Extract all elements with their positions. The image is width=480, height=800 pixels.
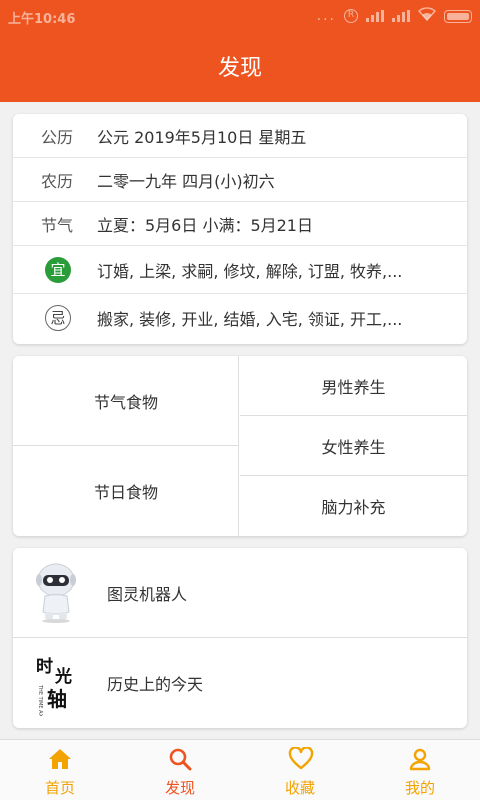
tools-card: 图灵机器人 时 光 轴 THE TIME AXIS 历史上的今天: [13, 548, 467, 728]
status-time: 上午10:46: [8, 12, 76, 27]
battery-icon: [444, 9, 472, 23]
calendar-value: 立夏：5月6日 小满：5月21日: [97, 215, 313, 235]
user-icon: [409, 748, 431, 771]
signal-icon: [366, 10, 384, 22]
food-health-card: 节气食物 节日食物 男性养生 女性养生 脑力补充: [13, 356, 467, 536]
notification-dots-icon: ...: [316, 8, 336, 24]
nav-label: 发现: [164, 779, 195, 797]
food-left-column: 节气食物 节日食物: [13, 356, 239, 536]
female-health-button[interactable]: 女性养生: [240, 416, 467, 476]
calendar-value: 公元 2019年5月10日 星期五: [97, 127, 307, 147]
history-today-item[interactable]: 时 光 轴 THE TIME AXIS 历史上的今天: [13, 638, 467, 728]
status-bar: 上午10:46 ... R: [0, 0, 480, 32]
calendar-key: 农历: [41, 171, 74, 191]
yi-value: 订婚, 上梁, 求嗣, 修坟, 解除, 订盟, 牧养,...: [97, 261, 403, 281]
cover-title-3: 轴: [47, 687, 67, 711]
signal-icon-2: [392, 10, 410, 22]
brain-supplement-button[interactable]: 脑力补充: [240, 476, 467, 536]
festival-food-button[interactable]: 节日食物: [13, 446, 239, 536]
nav-favorites[interactable]: 收藏: [240, 740, 360, 800]
status-icons: ... R: [317, 7, 472, 25]
nav-home[interactable]: 首页: [0, 740, 120, 800]
cover-subtitle: THE TIME AXIS: [37, 684, 43, 716]
ji-value: 搬家, 装修, 开业, 结婚, 入宅, 领证, 开工,...: [97, 310, 403, 329]
tuling-robot-item[interactable]: 图灵机器人: [13, 548, 467, 638]
time-axis-book-icon: 时 光 轴 THE TIME AXIS: [33, 650, 83, 722]
bottom-nav: 首页 发现 收藏 我的: [0, 739, 480, 800]
ji-badge-icon: 忌: [45, 305, 71, 331]
calendar-row-solar-term: 节气 立夏：5月6日 小满：5月21日: [13, 202, 467, 246]
nav-discover[interactable]: 发现: [120, 740, 240, 800]
almanac-card[interactable]: 公历 公元 2019年5月10日 星期五 农历 二零一九年 四月(小)初六 节气…: [13, 114, 467, 344]
tool-label: 图灵机器人: [107, 584, 188, 604]
cover-title-1: 时: [36, 657, 53, 677]
home-icon: [49, 749, 71, 769]
nav-mine[interactable]: 我的: [360, 740, 480, 800]
calendar-key: 节气: [41, 215, 74, 235]
nav-label: 我的: [404, 779, 435, 797]
page-title: 发现: [217, 56, 262, 81]
calendar-value: 二零一九年 四月(小)初六: [97, 171, 275, 191]
calendar-row-solar: 公历 公元 2019年5月10日 星期五: [13, 114, 467, 158]
calendar-row-yi: 宜 订婚, 上梁, 求嗣, 修坟, 解除, 订盟, 牧养,...: [13, 246, 467, 294]
wifi-icon: [417, 7, 437, 25]
nav-label: 首页: [44, 779, 75, 797]
nav-label: 收藏: [284, 779, 315, 797]
calendar-row-lunar: 农历 二零一九年 四月(小)初六: [13, 158, 467, 202]
solar-term-food-button[interactable]: 节气食物: [13, 356, 239, 446]
tool-label: 历史上的今天: [107, 675, 204, 694]
app-bar: 上午10:46 ... R 发现: [0, 0, 480, 102]
calendar-key: 公历: [41, 127, 74, 147]
registered-icon: R: [344, 9, 358, 23]
yi-badge-icon: 宜: [45, 256, 71, 283]
heart-icon: [288, 747, 314, 770]
calendar-row-ji: 忌 搬家, 装修, 开业, 结婚, 入宅, 领证, 开工,...: [13, 294, 467, 342]
robot-icon: [36, 563, 76, 623]
cover-title-2: 光: [54, 666, 72, 687]
male-health-button[interactable]: 男性养生: [240, 356, 467, 416]
search-icon: [169, 748, 192, 771]
